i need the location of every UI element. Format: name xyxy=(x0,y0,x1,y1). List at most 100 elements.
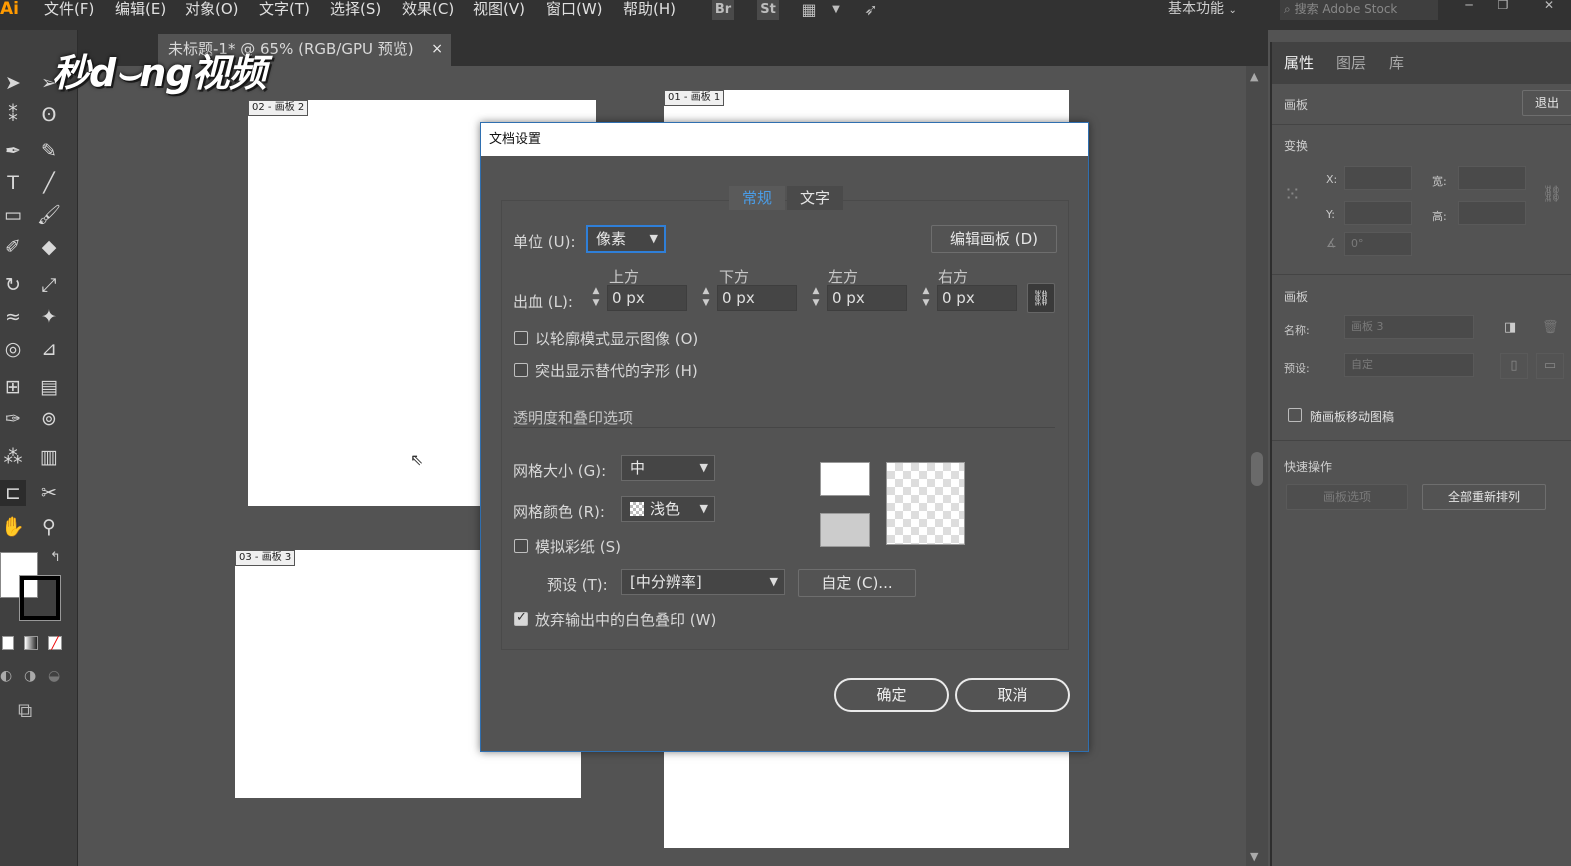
zoom-tool-icon[interactable]: ⚲ xyxy=(36,514,62,540)
gradient-tool-icon[interactable]: ▤ xyxy=(36,374,62,400)
stock-icon[interactable]: St xyxy=(757,0,779,20)
gradient-mode-icon[interactable] xyxy=(24,636,38,650)
portrait-icon[interactable]: ▯ xyxy=(1500,353,1528,379)
angle-field[interactable]: 0° xyxy=(1344,232,1412,256)
slice-tool-icon[interactable]: ✂ xyxy=(36,480,62,506)
grid-colors-select[interactable]: 浅色 ▼ xyxy=(621,496,715,522)
tab-type[interactable]: 文字 xyxy=(787,186,843,210)
eyedropper-icon[interactable]: ✑ xyxy=(0,406,26,432)
link-icon[interactable]: ⛓ xyxy=(1027,283,1055,313)
lasso-icon[interactable]: ʘ xyxy=(36,102,62,128)
workspace-switcher[interactable]: 基本功能 ⌄ xyxy=(1168,0,1237,18)
magic-wand-icon[interactable]: ⁑ xyxy=(0,102,26,128)
chevron-down-icon[interactable]: ▼ xyxy=(825,0,847,20)
menu-type[interactable]: 文字(T) xyxy=(259,0,310,18)
tab-general[interactable]: 常规 xyxy=(729,186,785,210)
stepper-icon[interactable]: ▲ ▼ xyxy=(917,285,935,311)
landscape-icon[interactable]: ▭ xyxy=(1536,353,1564,379)
menu-object[interactable]: 对象(O) xyxy=(185,0,239,18)
grid-size-select[interactable]: 中 ▼ xyxy=(621,455,715,481)
close-icon[interactable]: × xyxy=(431,34,443,64)
rotate-tool-icon[interactable]: ↻ xyxy=(0,272,26,298)
cancel-button[interactable]: 取消 xyxy=(955,678,1070,712)
move-with-artboard-checkbox[interactable] xyxy=(1288,408,1302,422)
link-icon[interactable]: ⛓ xyxy=(1542,184,1562,203)
line-tool-icon[interactable]: ╱ xyxy=(36,170,62,196)
artboard-name-field[interactable]: 画板 3 xyxy=(1344,315,1474,339)
bleed-right-input[interactable]: 0 px xyxy=(937,285,1017,311)
new-artboard-icon[interactable]: ◨ xyxy=(1504,320,1516,335)
menu-help[interactable]: 帮助(H) xyxy=(623,0,676,18)
stepper-icon[interactable]: ▲ ▼ xyxy=(807,285,825,311)
menu-window[interactable]: 窗口(W) xyxy=(546,0,603,18)
pen-tool-icon[interactable]: ✒ xyxy=(0,138,26,164)
none-mode-icon[interactable]: ╱ xyxy=(48,636,62,650)
blend-tool-icon[interactable]: ⊚ xyxy=(36,406,62,432)
bleed-left-input[interactable]: 0 px xyxy=(827,285,907,311)
draw-inside-icon[interactable]: ◒ xyxy=(48,668,60,684)
menu-select[interactable]: 选择(S) xyxy=(330,0,381,18)
grid-color-swatch-light[interactable] xyxy=(820,462,870,496)
draw-behind-icon[interactable]: ◑ xyxy=(24,668,36,684)
color-mode-icon[interactable] xyxy=(2,636,14,650)
selection-tool-icon[interactable]: ➤ xyxy=(0,70,26,96)
gpu-performance-icon[interactable]: ➶ xyxy=(860,0,882,20)
eraser-icon[interactable]: ◆ xyxy=(36,234,62,260)
artboard-label[interactable]: 03 - 画板 3 xyxy=(235,550,296,566)
menu-view[interactable]: 视图(V) xyxy=(473,0,525,18)
height-field[interactable] xyxy=(1458,201,1526,225)
artboard-tool-icon[interactable]: ⊏ xyxy=(0,480,26,506)
ok-button[interactable]: 确定 xyxy=(834,678,949,712)
arrange-documents-icon[interactable]: ▦ xyxy=(798,0,820,20)
simulate-paper-checkbox[interactable] xyxy=(514,539,528,553)
grid-color-swatch-dark[interactable] xyxy=(820,513,870,547)
restore-icon[interactable]: ❐ xyxy=(1494,0,1512,11)
stepper-icon[interactable]: ▲ ▼ xyxy=(697,285,715,311)
rearrange-all-button[interactable]: 全部重新排列 xyxy=(1422,484,1546,510)
artboard-1-bottom[interactable] xyxy=(664,748,1069,848)
shaper-tool-icon[interactable]: ✐ xyxy=(0,234,26,260)
artboard-options-button[interactable]: 画板选项 xyxy=(1286,484,1408,510)
swap-fill-stroke-icon[interactable]: ↰ xyxy=(50,550,61,565)
highlight-glyphs-checkbox[interactable] xyxy=(514,363,528,377)
screen-mode-icon[interactable]: ⧉ xyxy=(18,698,32,722)
width-field[interactable] xyxy=(1458,166,1526,190)
width-tool-icon[interactable]: ≈ xyxy=(0,304,26,330)
menu-file[interactable]: 文件(F) xyxy=(44,0,94,18)
tab-layers[interactable]: 图层 xyxy=(1336,52,1366,73)
tab-libraries[interactable]: 库 xyxy=(1389,52,1404,73)
artboard-preset-select[interactable]: 自定 xyxy=(1344,353,1474,377)
scroll-down-icon[interactable]: ▼ xyxy=(1250,850,1258,863)
tab-properties[interactable]: 属性 xyxy=(1284,52,1314,73)
menu-effect[interactable]: 效果(C) xyxy=(402,0,454,18)
reference-point-icon[interactable]: ⁙ xyxy=(1284,182,1301,206)
rectangle-tool-icon[interactable]: ▭ xyxy=(0,202,26,228)
stepper-icon[interactable]: ▲ ▼ xyxy=(587,285,605,311)
scroll-up-icon[interactable]: ▲ xyxy=(1250,70,1258,83)
edit-artboards-button[interactable]: 编辑画板 (D) xyxy=(931,225,1057,253)
bleed-top-input[interactable]: 0 px xyxy=(607,285,687,311)
exit-button[interactable]: 退出 xyxy=(1522,90,1571,116)
bridge-icon[interactable]: Br xyxy=(712,0,734,20)
artboard-label[interactable]: 02 - 画板 2 xyxy=(248,100,309,116)
scale-tool-icon[interactable]: ⤢ xyxy=(36,272,62,298)
outline-images-checkbox[interactable] xyxy=(514,331,528,345)
graph-tool-icon[interactable]: ▥ xyxy=(36,444,62,470)
artboard-label[interactable]: 01 - 画板 1 xyxy=(664,90,725,106)
perspective-grid-icon[interactable]: ⊿ xyxy=(36,336,62,362)
symbol-sprayer-icon[interactable]: ⁂ xyxy=(0,444,26,470)
mesh-tool-icon[interactable]: ⊞ xyxy=(0,374,26,400)
custom-button[interactable]: 自定 (C)... xyxy=(798,569,916,597)
stock-search-input[interactable]: ⌕ 搜索 Adobe Stock xyxy=(1280,0,1438,20)
curvature-tool-icon[interactable]: ✎ xyxy=(36,138,62,164)
x-field[interactable] xyxy=(1344,166,1412,190)
preset-select[interactable]: [中分辨率] ▼ xyxy=(621,569,785,595)
draw-normal-icon[interactable]: ◐ xyxy=(0,668,12,684)
discard-white-overprint-checkbox[interactable] xyxy=(514,610,528,626)
bleed-bottom-input[interactable]: 0 px xyxy=(717,285,797,311)
y-field[interactable] xyxy=(1344,201,1412,225)
puppet-warp-icon[interactable]: ✦ xyxy=(36,304,62,330)
close-window-icon[interactable]: ✕ xyxy=(1540,0,1558,11)
type-tool-icon[interactable]: T xyxy=(0,170,26,196)
units-select[interactable]: 像素 ▼ xyxy=(586,225,666,253)
